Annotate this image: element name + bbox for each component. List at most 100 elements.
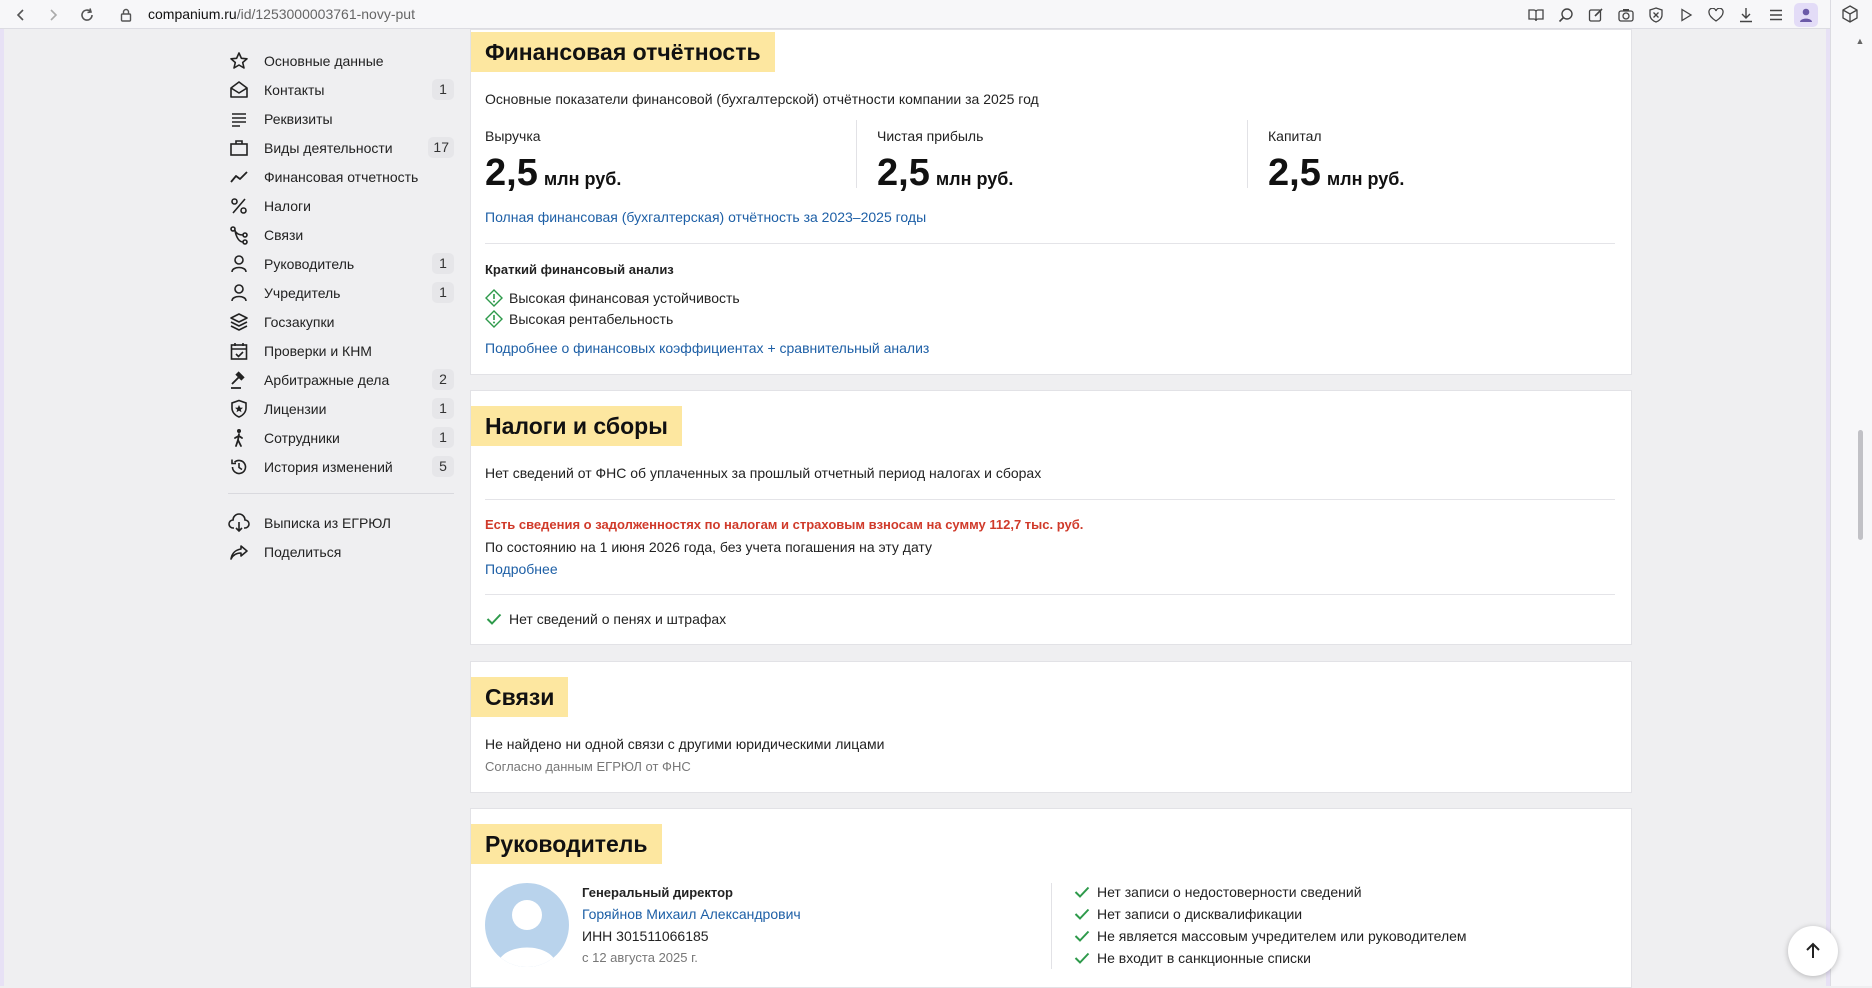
sidebar-item-label: Поделиться [264, 543, 342, 560]
walking-person-icon [228, 427, 250, 449]
calendar-check-icon [228, 340, 250, 362]
sidebar-item-connections[interactable]: Связи [228, 220, 458, 249]
connections-icon [228, 224, 250, 246]
sidebar-item-history[interactable]: История изменений 5 [228, 452, 458, 481]
sidebar-item-procurement[interactable]: Госзакупки [228, 307, 458, 336]
sidebar-item-employees[interactable]: Сотрудники 1 [228, 423, 458, 452]
gavel-icon [228, 369, 250, 391]
sidebar-item-main-data[interactable]: Основные данные [228, 46, 458, 75]
debt-warning: Есть сведения о задолженностях по налога… [485, 517, 1084, 532]
cube-icon[interactable] [1842, 5, 1858, 28]
arrow-up-icon [1806, 942, 1820, 958]
taxes-more-link[interactable]: Подробнее [485, 561, 558, 577]
diamond-check-icon [485, 310, 503, 328]
metric-net-profit: 2,5 млн руб. [877, 152, 1013, 195]
analysis-item: Высокая рентабельность [485, 310, 673, 328]
sidebar-item-label: Реквизиты [264, 110, 333, 127]
browser-frame [0, 29, 4, 986]
scroll-to-top-button[interactable] [1788, 926, 1838, 976]
penalties-status: Нет сведений о пенях и штрафах [485, 610, 726, 628]
star-icon [228, 50, 250, 72]
metric-unit: млн руб. [543, 169, 622, 189]
edit-icon[interactable] [1584, 3, 1608, 27]
metric-revenue: 2,5 млн руб. [485, 152, 621, 195]
ratios-more-link[interactable]: Подробнее о финансовых коэффициентах + с… [485, 340, 929, 356]
head-check-label: Нет записи о недостоверности сведений [1097, 884, 1362, 900]
sidebar-item-taxes[interactable]: Налоги [228, 191, 458, 220]
full-report-link[interactable]: Полная финансовая (бухгалтерская) отчётн… [485, 209, 926, 225]
sidebar-item-label: Виды деятельности [264, 139, 393, 156]
metric-value: 2,5 [1268, 152, 1321, 194]
count-badge: 1 [432, 398, 454, 419]
reload-icon[interactable] [76, 4, 98, 26]
count-badge: 2 [432, 369, 454, 390]
taxes-no-data: Нет сведений от ФНС об уплаченных за про… [485, 465, 1042, 481]
sidebar-item-egrul-extract[interactable]: Выписка из ЕГРЮЛ [228, 508, 458, 537]
section-title: Финансовая отчётность [471, 32, 775, 72]
url-path: /id/1253000003761-novy-put [236, 6, 415, 22]
sidebar-item-requisites[interactable]: Реквизиты [228, 104, 458, 133]
count-badge: 1 [432, 253, 454, 274]
shield-star-icon [228, 398, 250, 420]
sidebar-item-activities[interactable]: Виды деятельности 17 [228, 133, 458, 162]
count-badge: 1 [432, 79, 454, 100]
finance-card: Финансовая отчётность Основные показател… [470, 29, 1632, 375]
sidebar-item-founder[interactable]: Учредитель 1 [228, 278, 458, 307]
person-icon [228, 282, 250, 304]
sidebar-item-label: История изменений [264, 458, 393, 475]
forward-icon[interactable] [42, 4, 64, 26]
back-icon[interactable] [10, 4, 32, 26]
analysis-title: Краткий финансовый анализ [485, 262, 674, 277]
sidebar-item-label: Проверки и КНМ [264, 342, 372, 359]
count-badge: 17 [428, 137, 454, 158]
check-icon [1073, 905, 1091, 923]
sidebar-item-label: Арбитражные дела [264, 371, 390, 388]
check-icon [1073, 927, 1091, 945]
metric-label-capital: Капитал [1268, 128, 1322, 144]
profile-icon[interactable] [1794, 3, 1818, 27]
check-icon [1073, 883, 1091, 901]
address-bar[interactable]: companium.ru/id/1253000003761-novy-put [148, 6, 415, 22]
sidebar-item-arbitration[interactable]: Арбитражные дела 2 [228, 365, 458, 394]
share-icon [228, 541, 250, 563]
sidebar-item-inspections[interactable]: Проверки и КНМ [228, 336, 458, 365]
head-name-link[interactable]: Горяйнов Михаил Александрович [582, 906, 801, 922]
sidebar-item-finance[interactable]: Финансовая отчетность [228, 162, 458, 191]
scrollbar-thumb[interactable] [1858, 430, 1863, 540]
percent-icon [228, 195, 250, 217]
sidebar-item-head[interactable]: Руководитель 1 [228, 249, 458, 278]
metric-unit: млн руб. [1326, 169, 1405, 189]
head-check-item: Не входит в санкционные списки [1073, 949, 1311, 967]
head-check-item: Не является массовым учредителем или рук… [1073, 927, 1467, 945]
shield-icon[interactable] [1644, 3, 1668, 27]
head-check-label: Не входит в санкционные списки [1097, 950, 1311, 966]
sidebar-item-label: Выписка из ЕГРЮЛ [264, 514, 391, 531]
play-icon[interactable] [1674, 3, 1698, 27]
heart-icon[interactable] [1704, 3, 1728, 27]
finance-subtitle: Основные показатели финансовой (бухгалте… [485, 91, 1039, 107]
section-title: Налоги и сборы [471, 406, 682, 446]
avatar [485, 883, 569, 967]
metric-capital: 2,5 млн руб. [1268, 152, 1404, 195]
download-icon[interactable] [1734, 3, 1758, 27]
history-icon [228, 456, 250, 478]
sidebar-item-share[interactable]: Поделиться [228, 537, 458, 566]
person-silhouette-icon [497, 900, 557, 967]
links-card: Связи Не найдено ни одной связи с другим… [470, 661, 1632, 793]
sidebar-divider [228, 493, 454, 494]
metric-unit: млн руб. [935, 169, 1014, 189]
envelope-icon [228, 79, 250, 101]
links-text: Не найдено ни одной связи с другими юрид… [485, 736, 885, 752]
menu-icon[interactable] [1764, 3, 1788, 27]
divider [485, 243, 1615, 244]
lines-icon [228, 108, 250, 130]
sidebar-item-licenses[interactable]: Лицензии 1 [228, 394, 458, 423]
search-icon[interactable] [1554, 3, 1578, 27]
count-badge: 5 [432, 456, 454, 477]
scroll-up-arrow-icon[interactable]: ▲ [1855, 36, 1865, 46]
camera-icon[interactable] [1614, 3, 1638, 27]
reader-icon[interactable] [1524, 3, 1548, 27]
sidebar-item-contacts[interactable]: Контакты 1 [228, 75, 458, 104]
metric-label-revenue: Выручка [485, 128, 541, 144]
sidebar-item-label: Контакты [264, 81, 325, 98]
